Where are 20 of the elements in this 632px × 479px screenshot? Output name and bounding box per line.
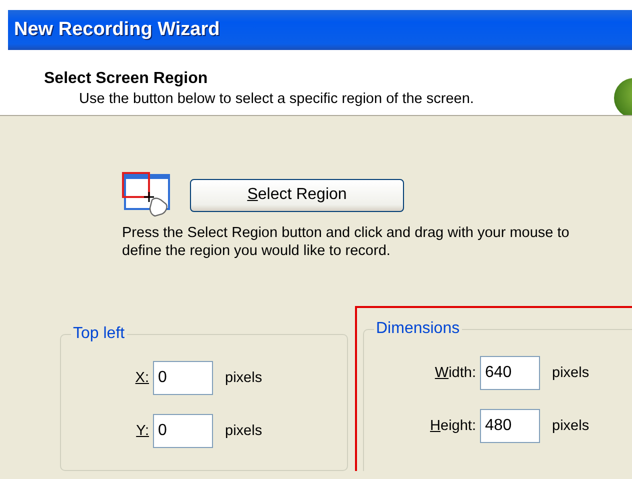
- window-title: New Recording Wizard: [14, 19, 220, 41]
- field-label: Height:: [429, 418, 476, 434]
- field-label: Width:: [434, 364, 476, 380]
- unit-label: pixels: [552, 418, 590, 434]
- unit-label: pixels: [225, 422, 262, 438]
- instructions-text: Press the Select Region button and click and drag with your mouse to define the region you would like to record.: [122, 224, 570, 260]
- unit-label: pixels: [552, 364, 590, 380]
- select-region-button[interactable]: Select Region: [190, 178, 404, 212]
- region-select-icon: [122, 172, 172, 218]
- input-field[interactable]: 0: [153, 360, 213, 394]
- input-field[interactable]: 0: [153, 414, 213, 448]
- field-label: X:: [134, 370, 149, 386]
- page-subtitle: Use the button below to select a specific region of the screen.: [79, 91, 474, 107]
- field-label: Y:: [135, 422, 149, 438]
- input-field[interactable]: 640: [480, 356, 540, 390]
- group-title: Dimensions: [375, 320, 461, 338]
- group-title: Top left: [72, 325, 126, 343]
- page-title: Select Screen Region: [44, 70, 209, 88]
- input-field[interactable]: 480: [480, 408, 540, 442]
- unit-label: pixels: [225, 370, 262, 386]
